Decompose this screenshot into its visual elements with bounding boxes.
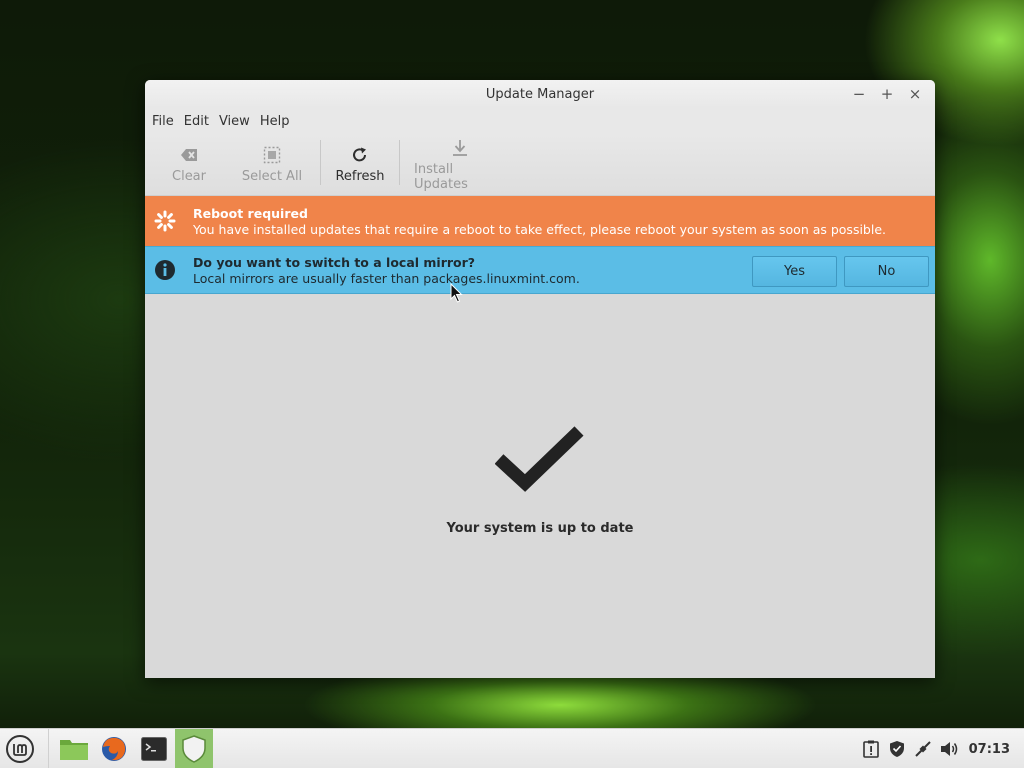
- system-tray: 07:13: [861, 729, 1024, 768]
- clear-icon: [179, 145, 199, 165]
- select-all-button[interactable]: Select All: [228, 134, 316, 195]
- menu-view[interactable]: View: [214, 114, 255, 129]
- clear-label: Clear: [172, 169, 206, 184]
- file-manager-icon[interactable]: [55, 729, 93, 768]
- mirror-text: Do you want to switch to a local mirror?…: [193, 255, 580, 286]
- maximize-button[interactable]: +: [875, 84, 899, 104]
- refresh-label: Refresh: [335, 169, 385, 184]
- up-to-date-status: Your system is up to date: [145, 425, 935, 536]
- no-button[interactable]: No: [844, 256, 929, 287]
- install-updates-button[interactable]: Install Updates: [404, 134, 516, 195]
- panel-separator: [48, 728, 49, 768]
- window-title: Update Manager: [485, 86, 595, 102]
- mouse-cursor-icon: [450, 282, 464, 307]
- reboot-message: You have installed updates that require …: [193, 221, 887, 237]
- info-icon: [145, 259, 185, 281]
- shield-icon[interactable]: [887, 739, 907, 759]
- download-icon: [450, 138, 470, 158]
- taskbar-panel: 07:13: [0, 728, 1024, 768]
- update-notifier-icon[interactable]: [861, 739, 881, 759]
- select-all-icon: [262, 145, 282, 165]
- clock[interactable]: 07:13: [969, 742, 1010, 757]
- mirror-buttons: Yes No: [752, 256, 929, 287]
- mirror-title: Do you want to switch to a local mirror?: [193, 254, 476, 270]
- title-bar[interactable]: Update Manager − + ×: [145, 80, 935, 108]
- close-button[interactable]: ×: [903, 84, 927, 104]
- minimize-button[interactable]: −: [847, 84, 871, 104]
- menu-file[interactable]: File: [147, 114, 179, 129]
- local-mirror-bar: Do you want to switch to a local mirror?…: [145, 246, 935, 294]
- terminal-icon[interactable]: [135, 729, 173, 768]
- firefox-icon[interactable]: [95, 729, 133, 768]
- yes-button[interactable]: Yes: [752, 256, 837, 287]
- reboot-required-bar: Reboot required You have installed updat…: [145, 196, 935, 246]
- window-controls: − + ×: [847, 84, 927, 104]
- clear-button[interactable]: Clear: [150, 134, 228, 195]
- checkmark-icon: [494, 425, 585, 499]
- refresh-icon: [350, 145, 370, 165]
- reboot-title: Reboot required: [193, 205, 308, 221]
- menu-help[interactable]: Help: [255, 114, 295, 129]
- select-all-label: Select All: [241, 169, 303, 184]
- spinner-icon: [145, 210, 185, 232]
- toolbar: Clear Select All Refresh Install Updates: [145, 134, 935, 196]
- update-manager-window: Update Manager − + × File Edit View Help…: [145, 80, 935, 678]
- refresh-button[interactable]: Refresh: [325, 134, 395, 195]
- menu-bar: File Edit View Help: [145, 108, 935, 134]
- network-icon[interactable]: [913, 739, 933, 759]
- content-area: Your system is up to date: [145, 295, 935, 678]
- toolbar-separator: [399, 140, 400, 185]
- toolbar-separator: [320, 140, 321, 185]
- up-to-date-text: Your system is up to date: [446, 521, 634, 536]
- volume-icon[interactable]: [939, 739, 959, 759]
- update-manager-shield-icon[interactable]: [175, 728, 213, 768]
- mint-menu-icon[interactable]: [0, 729, 40, 768]
- menu-edit[interactable]: Edit: [179, 114, 214, 129]
- reboot-text: Reboot required You have installed updat…: [193, 206, 886, 237]
- mirror-message: Local mirrors are usually faster than pa…: [193, 270, 580, 286]
- install-updates-label: Install Updates: [414, 161, 468, 192]
